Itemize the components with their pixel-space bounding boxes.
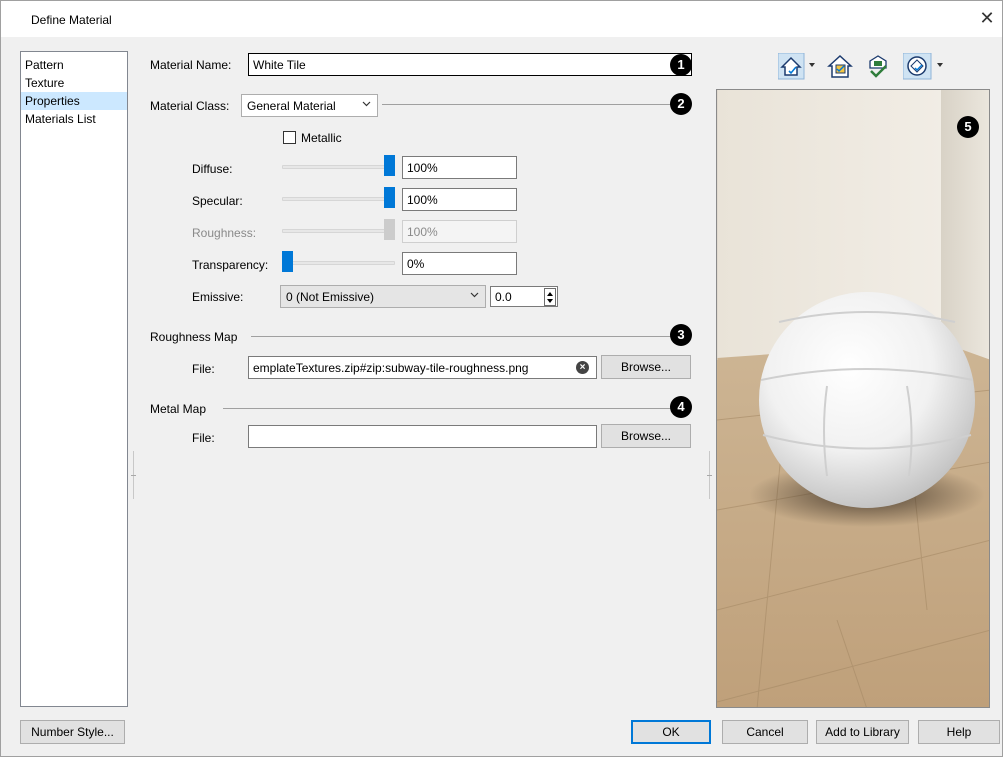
callout-badge-3: 3: [670, 324, 692, 346]
lighting-options-icon: [902, 52, 943, 80]
number-style-button[interactable]: Number Style...: [20, 720, 125, 744]
close-icon[interactable]: ✕: [978, 9, 996, 27]
nav-item-properties[interactable]: Properties: [21, 92, 127, 110]
material-class-divider: [382, 104, 672, 105]
camera-view-icon: [777, 52, 815, 80]
roughness-map-file-input[interactable]: emplateTextures.zip#zip:subway-tile-roug…: [248, 356, 597, 379]
transparency-input[interactable]: 0%: [402, 252, 517, 275]
specular-input[interactable]: 100%: [402, 188, 517, 211]
roughness-map-browse-button[interactable]: Browse...: [601, 355, 691, 379]
transparency-label: Transparency:: [192, 258, 269, 272]
callout-badge-2: 2: [670, 93, 692, 115]
cancel-button[interactable]: Cancel: [722, 720, 808, 744]
metal-map-file-label: File:: [192, 431, 215, 445]
material-class-label: Material Class:: [150, 99, 230, 113]
material-name-input[interactable]: White Tile: [248, 53, 692, 76]
chevron-down-icon: [470, 292, 479, 298]
ok-button[interactable]: OK: [631, 720, 711, 744]
metal-map-divider: [223, 408, 671, 409]
material-preview[interactable]: 5: [716, 89, 990, 708]
material-class-select[interactable]: General Material: [241, 94, 378, 117]
roughness-label: Roughness:: [192, 226, 257, 240]
help-button[interactable]: Help: [918, 720, 1000, 744]
diffuse-slider[interactable]: [282, 165, 395, 169]
nav-item-materials-list[interactable]: Materials List: [21, 110, 127, 128]
specular-label: Specular:: [192, 194, 243, 208]
specular-slider[interactable]: [282, 197, 395, 201]
material-name-label: Material Name:: [150, 58, 232, 72]
material-check-button[interactable]: [865, 53, 891, 81]
lighting-options-button[interactable]: [902, 52, 949, 81]
transparency-slider-thumb[interactable]: [282, 251, 293, 272]
add-to-library-button[interactable]: Add to Library: [816, 720, 909, 744]
roughness-map-divider: [251, 336, 671, 337]
category-list: Pattern Texture Properties Materials Lis…: [20, 51, 128, 707]
clear-icon[interactable]: ×: [576, 361, 589, 374]
callout-badge-5: 5: [957, 116, 979, 138]
callout-badge-1: 1: [670, 54, 692, 76]
emissive-spin-button[interactable]: [544, 288, 556, 306]
chevron-down-icon: [362, 101, 371, 107]
emissive-select[interactable]: 0 (Not Emissive): [280, 285, 486, 308]
sphere-preview-image: [717, 90, 989, 707]
roughness-input: 100%: [402, 220, 517, 243]
spin-up-icon[interactable]: [547, 292, 553, 296]
roughness-slider-thumb: [384, 219, 395, 240]
transparency-slider[interactable]: [282, 261, 395, 265]
metallic-checkbox[interactable]: [283, 131, 296, 144]
specular-slider-thumb[interactable]: [384, 187, 395, 208]
metal-map-heading: Metal Map: [150, 402, 207, 416]
nav-item-texture[interactable]: Texture: [21, 74, 127, 92]
emissive-label: Emissive:: [192, 290, 244, 304]
diffuse-input[interactable]: 100%: [402, 156, 517, 179]
metal-map-file-input[interactable]: [248, 425, 597, 448]
emissive-value: 0 (Not Emissive): [286, 290, 375, 304]
diffuse-slider-thumb[interactable]: [384, 155, 395, 176]
material-check-icon: [869, 55, 887, 78]
render-preview-icon: [827, 54, 853, 78]
define-material-dialog: Define Material ✕ Pattern Texture Proper…: [0, 0, 1003, 757]
render-preview-button[interactable]: [826, 53, 854, 81]
window-title: Define Material: [31, 13, 112, 27]
roughness-map-heading: Roughness Map: [150, 330, 238, 344]
callout-badge-4: 4: [670, 396, 692, 418]
right-splitter-grip: [707, 475, 712, 476]
metallic-label: Metallic: [301, 131, 342, 145]
nav-item-pattern[interactable]: Pattern: [21, 56, 127, 74]
roughness-slider: [282, 229, 395, 233]
spin-down-icon[interactable]: [547, 299, 553, 303]
left-splitter-grip: [131, 475, 136, 476]
title-bar: Define Material ✕: [1, 1, 1002, 37]
emissive-amount-value: 0.0: [495, 290, 512, 304]
diffuse-label: Diffuse:: [192, 162, 233, 176]
metal-map-browse-button[interactable]: Browse...: [601, 424, 691, 448]
roughness-map-file-label: File:: [192, 362, 215, 376]
material-class-value: General Material: [247, 99, 336, 113]
camera-view-button[interactable]: [777, 52, 820, 81]
